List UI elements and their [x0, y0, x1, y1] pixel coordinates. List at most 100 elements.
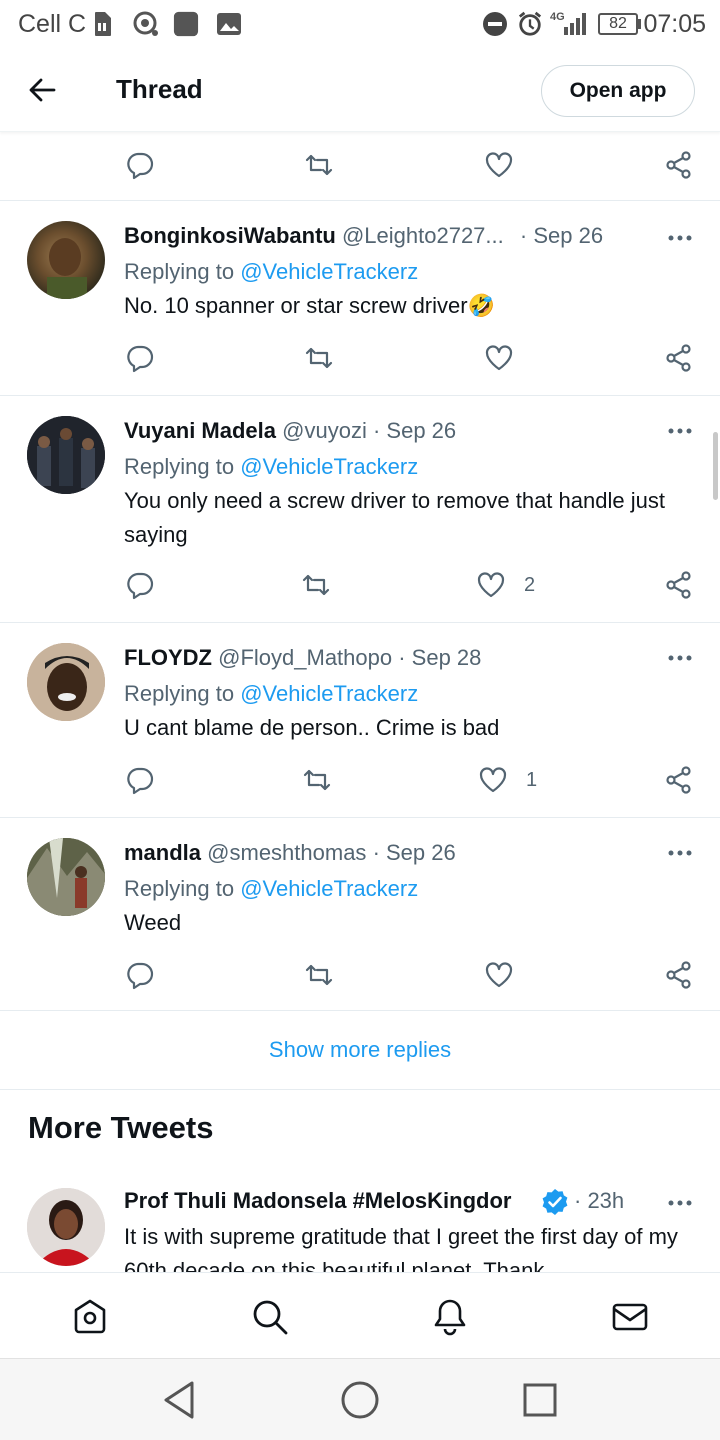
replying-label: Replying to: [124, 454, 235, 479]
tweet-text: It is with supreme gratitude that I gree…: [124, 1224, 678, 1272]
author-handle: @Leighto2727...: [341, 223, 504, 248]
reply-icon[interactable]: [125, 343, 155, 373]
verified-badge-icon: [542, 1189, 568, 1215]
reply-icon[interactable]: [125, 150, 155, 180]
reply-icon[interactable]: [125, 765, 155, 795]
author-name[interactable]: Prof Thuli Madonsela #MelosKingdor: [124, 1188, 511, 1213]
avatar[interactable]: [27, 1188, 105, 1266]
recents-square-icon[interactable]: [519, 1379, 561, 1421]
author-handle: @vuyozi: [282, 418, 367, 443]
home-circle-icon[interactable]: [339, 1379, 381, 1421]
search-icon[interactable]: [250, 1297, 290, 1337]
back-triangle-icon[interactable]: [158, 1379, 200, 1421]
alarm-icon: [518, 11, 542, 36]
open-app-button[interactable]: Open app: [541, 65, 695, 117]
reply-tweet[interactable]: BonginkosiWabantu @Leighto2727... · Sep …: [0, 201, 720, 395]
battery-tip: [638, 19, 641, 29]
show-more-replies-button[interactable]: Show more replies: [0, 1012, 720, 1088]
mention-link[interactable]: @VehicleTrackerz: [240, 681, 418, 706]
tweet-text: You only need a screw driver to remove t…: [124, 488, 665, 547]
reply-tweet[interactable]: Vuyani Madela @vuyozi · Sep 26 Replying …: [0, 396, 720, 622]
like-icon[interactable]: [484, 343, 514, 373]
page-title: Thread: [116, 74, 203, 104]
retweet-icon[interactable]: [304, 150, 334, 180]
author-name[interactable]: mandla: [124, 840, 201, 865]
like-count: 1: [526, 769, 538, 791]
like-icon[interactable]: [476, 570, 506, 600]
scrollbar-thumb[interactable]: [713, 432, 718, 500]
home-icon[interactable]: [70, 1297, 110, 1337]
dnd-icon: [483, 12, 507, 36]
replying-label: Replying to: [124, 259, 235, 284]
author-name[interactable]: FLOYDZ: [124, 645, 212, 670]
retweet-icon[interactable]: [301, 570, 331, 600]
share-icon[interactable]: [664, 150, 694, 180]
more-options-icon[interactable]: [666, 848, 694, 858]
tweet-date[interactable]: · Sep 28: [398, 645, 481, 670]
reply-tweet[interactable]: FLOYDZ @Floyd_Mathopo · Sep 28 Replying …: [0, 623, 720, 817]
replying-label: Replying to: [124, 876, 235, 901]
tweet-date[interactable]: · Sep 26: [373, 418, 456, 443]
avatar[interactable]: [27, 643, 105, 721]
signal-icon: [564, 13, 586, 35]
share-icon[interactable]: [664, 343, 694, 373]
like-icon[interactable]: [484, 960, 514, 990]
avatar[interactable]: [27, 221, 105, 299]
android-navigation-bar: [0, 1358, 720, 1440]
share-icon[interactable]: [664, 960, 694, 990]
reply-icon[interactable]: [125, 570, 155, 600]
retweet-icon[interactable]: [304, 343, 334, 373]
more-options-icon[interactable]: [666, 1198, 694, 1208]
tweet-actions: [0, 339, 720, 379]
more-options-icon[interactable]: [666, 233, 694, 243]
thread-header: Thread Open app: [0, 50, 720, 132]
author-handle: @smeshthomas: [207, 840, 367, 865]
avatar[interactable]: [27, 838, 105, 916]
share-icon[interactable]: [664, 765, 694, 795]
tweet-actions: 2: [0, 566, 720, 606]
mention-link[interactable]: @VehicleTrackerz: [240, 259, 418, 284]
retweet-icon[interactable]: [304, 960, 334, 990]
mention-link[interactable]: @VehicleTrackerz: [240, 876, 418, 901]
tweet-date[interactable]: · Sep 26: [520, 223, 603, 248]
status-bar: Cell C 4G 82 07:05: [0, 0, 720, 50]
reply-tweet[interactable]: mandla @smeshthomas · Sep 26 Replying to…: [0, 818, 720, 1010]
tweet-date[interactable]: · Sep 26: [373, 840, 456, 865]
tweet-actions: [0, 146, 720, 186]
tweet-text: U cant blame de person.. Crime is bad: [124, 715, 500, 740]
hotspot-icon: [133, 11, 158, 36]
notifications-icon[interactable]: [430, 1297, 470, 1337]
more-options-icon[interactable]: [666, 426, 694, 436]
share-icon[interactable]: [664, 570, 694, 600]
author-handle: @Floyd_Mathopo: [218, 645, 393, 670]
battery-icon: 82: [598, 13, 638, 35]
app-icon: [173, 11, 199, 37]
gallery-icon: [217, 13, 241, 35]
status-time: 07:05: [643, 10, 706, 38]
like-icon[interactable]: [484, 150, 514, 180]
divider: [0, 1089, 720, 1090]
mention-link[interactable]: @VehicleTrackerz: [240, 454, 418, 479]
bottom-navigation: [0, 1272, 720, 1358]
messages-icon[interactable]: [610, 1297, 650, 1337]
sim-icon: [95, 12, 111, 36]
more-tweet[interactable]: Prof Thuli Madonsela #MelosKingdor · 23h…: [0, 1170, 720, 1272]
like-icon[interactable]: [478, 765, 508, 795]
avatar[interactable]: [27, 416, 105, 494]
battery-level: 82: [609, 15, 627, 32]
tweet-text: Weed: [124, 910, 182, 935]
tweet-actions: 1: [0, 761, 720, 801]
author-name[interactable]: Vuyani Madela: [124, 418, 276, 443]
divider: [0, 1010, 720, 1011]
author-name[interactable]: BonginkosiWabantu: [124, 223, 336, 248]
carrier-name: Cell C: [18, 10, 87, 38]
reply-icon[interactable]: [125, 960, 155, 990]
tweet-actions: [0, 956, 720, 996]
more-options-icon[interactable]: [666, 653, 694, 663]
tweet-time[interactable]: · 23h: [574, 1188, 624, 1214]
tweet-text: No. 10 spanner or star screw driver🤣: [124, 293, 495, 318]
more-tweets-heading: More Tweets: [28, 1110, 214, 1145]
arrow-left-icon[interactable]: [28, 76, 56, 104]
retweet-icon[interactable]: [302, 765, 332, 795]
like-count: 2: [524, 574, 536, 596]
